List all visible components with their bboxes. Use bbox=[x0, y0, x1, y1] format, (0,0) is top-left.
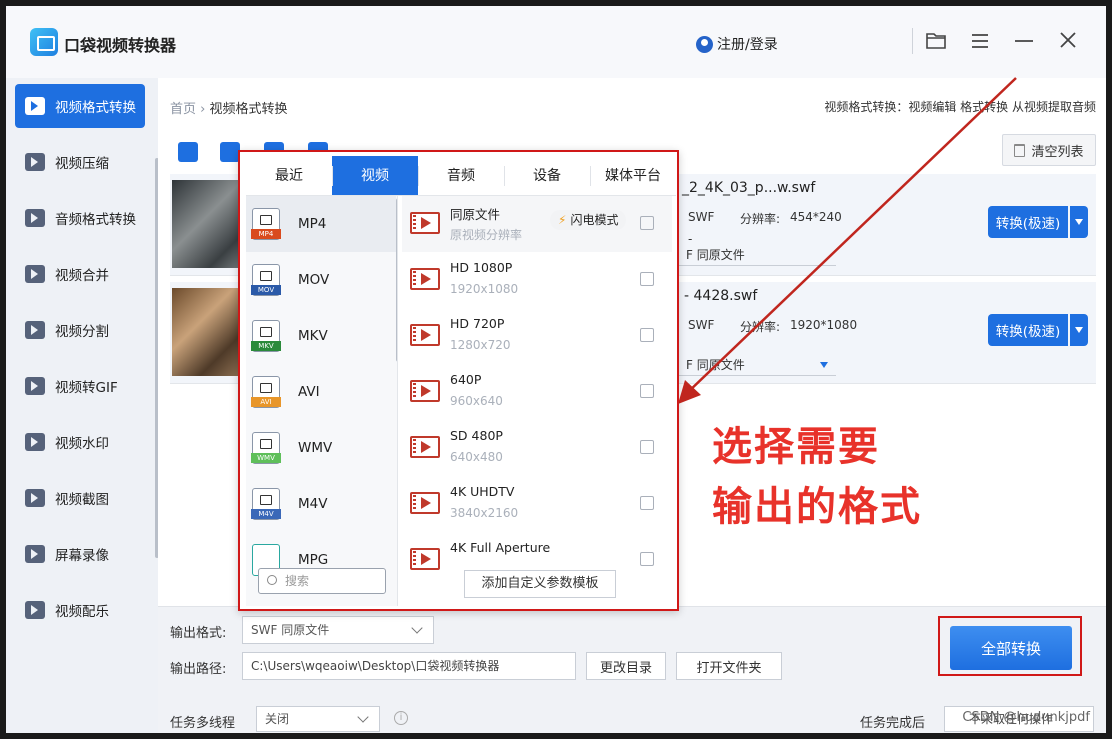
csdn-watermark: CSDN @hudunkjpdf bbox=[962, 710, 1090, 725]
annotation-arrow bbox=[678, 77, 1017, 404]
app-window: 口袋视频转换器 注册/登录 视频格式转换 视频压缩 音频格式转换 视频合并 视频… bbox=[6, 6, 1106, 733]
annotation-text-line1: 选择需要 bbox=[712, 424, 880, 470]
annotation-text-line2: 输出的格式 bbox=[712, 484, 922, 530]
